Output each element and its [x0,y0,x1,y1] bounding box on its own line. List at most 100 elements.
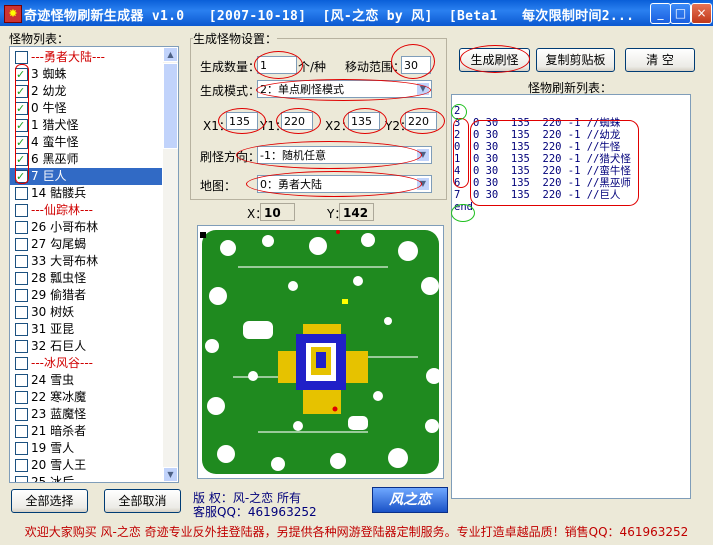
checkbox[interactable] [15,272,28,285]
spawn-list-output[interactable]: 23 0 30 135 220 -1 //蜘蛛 2 0 30 135 220 -1… [451,94,691,499]
range-input[interactable]: 30 [401,56,431,74]
y1-input[interactable]: 220 [281,112,313,130]
monster-list-item[interactable]: 19 雪人 [10,440,162,457]
monster-list-item[interactable]: 25 冰后 [10,474,162,482]
monster-list-item[interactable]: 30 树妖 [10,304,162,321]
checkbox[interactable] [15,100,28,117]
checkbox[interactable] [15,134,28,151]
monster-list-item[interactable]: 31 亚昆 [10,321,162,338]
checkbox[interactable] [15,187,28,200]
window-title: 奇迹怪物刷新生成器 v1.0 [2007-10-18] [风-之恋 by 风] … [24,9,635,24]
spawn-list-line: 4 0 30 135 220 -1 //蛮牛怪 [454,165,631,177]
checkbox[interactable] [15,340,28,353]
spawn-list-line: 2 [454,105,461,117]
monster-list-item[interactable]: 33 大哥布林 [10,253,162,270]
monster-list-item-label: 19 雪人 [31,441,75,455]
chevron-down-icon[interactable]: ▼ [416,82,430,96]
chevron-down-icon[interactable]: ▼ [416,148,430,162]
count-label: 生成数量： [200,60,261,74]
chevron-down-icon[interactable]: ▼ [416,177,430,191]
monster-list-item[interactable]: ---冰风谷--- [10,355,162,372]
monster-list[interactable]: ---勇者大陆--- 3 蜘蛛 2 幼龙 0 牛怪 1 猎犬怪 4 蛮牛怪 6 黑巫师 7 巨… [9,46,179,483]
monster-list-item[interactable]: 4 蛮牛怪 [10,134,162,151]
monster-list-scrollbar[interactable]: ▲ ▼ [163,47,178,482]
monster-list-item[interactable]: 7 巨人 [10,168,162,185]
spawn-list-line: 2 0 30 135 220 -1 //幼龙 [454,129,621,141]
map-view[interactable] [197,225,444,479]
y2-input[interactable]: 220 [405,112,437,130]
checkbox[interactable] [15,459,28,472]
checkbox[interactable] [15,425,28,438]
checkbox[interactable] [15,51,28,64]
monster-list-item[interactable]: 1 猎犬怪 [10,117,162,134]
checkbox[interactable] [15,391,28,404]
scroll-down-icon[interactable]: ▼ [163,467,178,482]
monster-list-item-label: ---冰风谷--- [31,356,93,370]
monster-list-item-label: 3 蜘蛛 [31,67,67,81]
monster-list-item[interactable]: 27 勾尾蝎 [10,236,162,253]
monster-list-item[interactable]: 3 蜘蛛 [10,66,162,83]
clear-button[interactable]: 清 空 [625,48,695,72]
footer-banner: 欢迎大家购买 风-之恋 奇迹专业反外挂登陆器，另提供各种网游登陆器定制服务。专业… [24,525,689,539]
monster-list-item[interactable]: 0 牛怪 [10,100,162,117]
monster-list-item-label: 14 骷髅兵 [31,186,87,200]
scroll-thumb[interactable] [163,63,178,149]
checkbox[interactable] [15,323,28,336]
direction-select[interactable]: -1：随机任意 ▼ [257,146,432,164]
monster-list-item[interactable]: 14 骷髅兵 [10,185,162,202]
monster-list-item[interactable]: ---勇者大陆--- [10,49,162,66]
checkbox[interactable] [15,83,28,100]
generate-button[interactable]: 生成刷怪 [459,48,530,72]
monster-list-item[interactable]: 23 蓝魔怪 [10,406,162,423]
checkbox[interactable] [15,476,28,482]
maximize-button[interactable]: □ [670,3,691,24]
deselect-all-button[interactable]: 全部取消 [104,489,181,513]
select-all-button[interactable]: 全部选择 [11,489,88,513]
mode-select-value: 2：单点刷怪模式 [260,83,344,96]
monster-list-item[interactable]: 29 偷猎者 [10,287,162,304]
map-label: 地图： [200,179,237,193]
scroll-up-icon[interactable]: ▲ [163,47,178,62]
monster-list-item-label: 4 蛮牛怪 [31,135,79,149]
spawn-list-line: 3 0 30 135 220 -1 //蜘蛛 [454,117,621,129]
monster-list-item[interactable]: 24 雪虫 [10,372,162,389]
monster-list-item[interactable]: 20 雪人王 [10,457,162,474]
checkbox[interactable] [15,289,28,302]
monster-list-item-label: 21 暗杀者 [31,424,87,438]
monster-list-item[interactable]: ---仙踪林--- [10,202,162,219]
checkbox[interactable] [15,151,28,168]
checkbox[interactable] [15,66,28,83]
monster-list-item[interactable]: 6 黑巫师 [10,151,162,168]
monster-list-item-label: 7 巨人 [31,169,67,183]
monster-list-label: 怪物列表： [9,32,70,46]
checkbox[interactable] [15,168,28,185]
mode-select[interactable]: 2：单点刷怪模式 ▼ [257,80,432,98]
x1-input[interactable]: 135 [226,112,258,130]
checkbox[interactable] [15,255,28,268]
checkbox[interactable] [15,117,28,134]
checkbox[interactable] [15,408,28,421]
monster-list-item-label: 20 雪人王 [31,458,87,472]
minimize-button[interactable]: _ [650,3,671,24]
checkbox[interactable] [15,306,28,319]
monster-list-item[interactable]: 28 瓢虫怪 [10,270,162,287]
monster-list-item[interactable]: 32 石巨人 [10,338,162,355]
x2-input[interactable]: 135 [348,112,380,130]
monster-list-item[interactable]: 2 幼龙 [10,83,162,100]
cursor-y-value: 142 [339,203,374,221]
monster-list-item[interactable]: 22 寒冰魔 [10,389,162,406]
checkbox[interactable] [15,238,28,251]
checkbox[interactable] [15,374,28,387]
checkbox[interactable] [15,442,28,455]
checkbox[interactable] [15,204,28,217]
checkbox[interactable] [15,221,28,234]
monster-list-item[interactable]: 21 暗杀者 [10,423,162,440]
checkbox[interactable] [15,357,28,370]
brand-logo: 风之恋 [372,487,448,513]
close-button[interactable]: × [691,3,712,24]
copy-clipboard-button[interactable]: 复制剪贴板 [536,48,615,72]
map-image[interactable] [198,226,443,478]
monster-list-item[interactable]: 26 小哥布林 [10,219,162,236]
map-select[interactable]: 0：勇者大陆 ▼ [257,175,432,193]
count-input[interactable]: 1 [257,56,297,74]
